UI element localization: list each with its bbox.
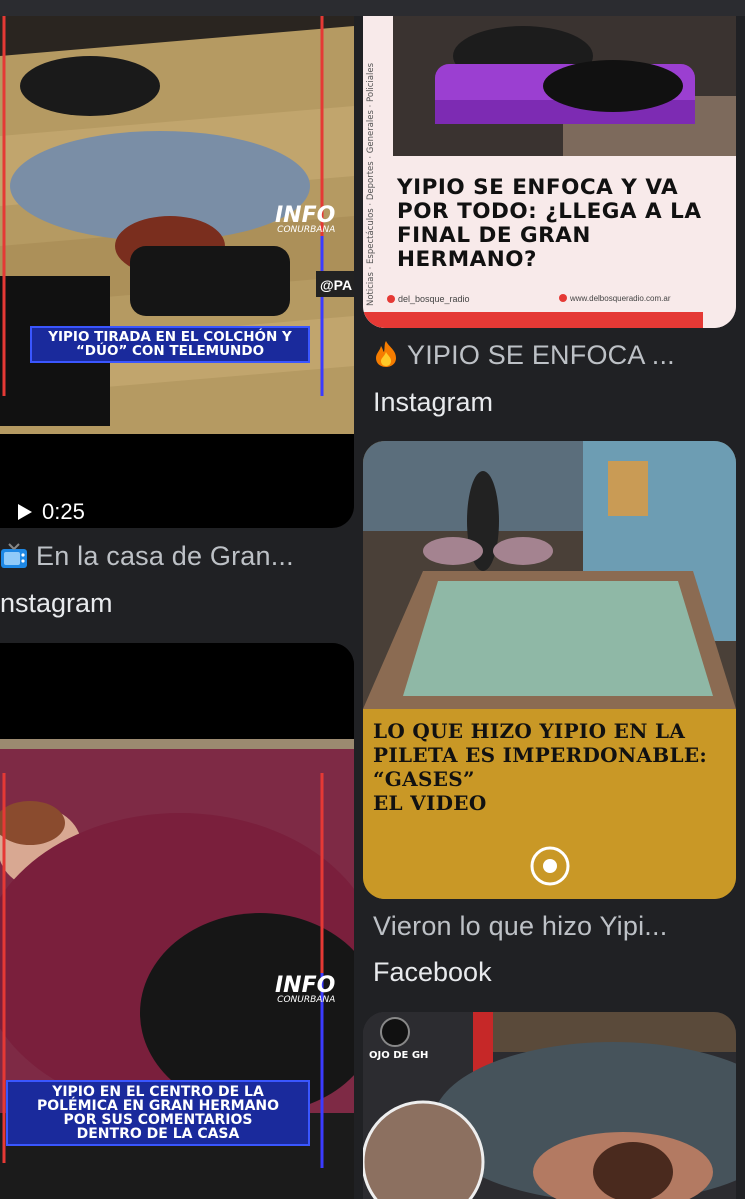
ojo-de-gh-logo: OJO DE GH <box>369 1050 429 1061</box>
result-card-image[interactable]: OJO DE GH <box>363 1012 736 1199</box>
top-status-strip <box>0 0 745 16</box>
logo-sub: CONURBANA <box>277 224 336 235</box>
thumbnail-image <box>363 441 736 899</box>
result-source: Facebook <box>373 957 492 987</box>
play-icon <box>18 504 32 520</box>
watermark-handle: @PA <box>320 277 353 293</box>
card-headline: LO QUE HIZO YIPIO EN LA PILETA ES IMPERD… <box>373 719 707 815</box>
result-title-link[interactable]: YIPIO SE ENFOCA ... <box>373 340 745 371</box>
caption-line: DENTRO DE LA CASA <box>76 1126 240 1142</box>
headline-line: EL VIDEO <box>373 791 487 815</box>
headline-line: PILETA ES IMPERDONABLE: <box>373 743 708 767</box>
info-conurbana-logo: INFO CONURBANA <box>275 975 336 1005</box>
result-title-text: En la casa de Gran... <box>36 541 294 571</box>
fire-icon <box>373 340 399 371</box>
instagram-icon <box>387 295 395 303</box>
image-caption: YIPIO EN EL CENTRO DE LA POLÉMICA EN GRA… <box>6 1080 310 1146</box>
result-title-link[interactable]: Vieron lo que hizo Yipi... <box>373 911 745 942</box>
result-card-image[interactable]: LO QUE HIZO YIPIO EN LA PILETA ES IMPERD… <box>363 441 736 899</box>
result-title-link[interactable]: En la casa de Gran... <box>0 541 354 572</box>
caption-line: YIPIO EN EL CENTRO DE LA <box>52 1084 264 1100</box>
video-duration: 0:25 <box>18 499 85 525</box>
footer-handle: del_bosque_radio <box>387 294 470 304</box>
headline-line: POR TODO: ¿LLEGA A LA <box>397 199 702 225</box>
result-card-image[interactable]: INFO CONURBANA YIPIO EN EL CENTRO DE LA … <box>0 643 354 1199</box>
duration-label: 0:25 <box>42 499 85 524</box>
result-title-text: YIPIO SE ENFOCA ... <box>407 340 675 370</box>
headline-line: HERMANO? <box>397 247 538 273</box>
result-source: nstagram <box>0 588 113 618</box>
headline-line: LO QUE HIZO YIPIO EN LA <box>373 719 686 743</box>
info-conurbana-logo: INFO CONURBANA <box>275 205 336 235</box>
tv-icon <box>0 541 28 572</box>
headline-line: “GASES” <box>373 767 475 791</box>
card-headline: YIPIO SE ENFOCA Y VA POR TODO: ¿LLEGA A … <box>397 175 702 273</box>
side-categories: Noticias · Espectáculos · Deportes · Gen… <box>366 62 376 306</box>
thumbnail-image <box>363 1012 736 1199</box>
result-card-video[interactable]: INFO CONURBANA @PA YIPIO TIRADA EN EL CO… <box>0 16 354 528</box>
logo-sub: CONURBANA <box>277 994 336 1005</box>
footer-url: www.delbosqueradio.com.ar <box>559 294 671 303</box>
result-card-image[interactable]: Noticias · Espectáculos · Deportes · Gen… <box>363 16 736 328</box>
caption-line: POR SUS COMENTARIOS <box>63 1112 253 1128</box>
video-caption: YIPIO TIRADA EN EL COLCHÓN Y “DÚO” CON T… <box>30 326 310 363</box>
headline-line: FINAL DE GRAN <box>397 223 591 249</box>
result-source: Instagram <box>373 387 494 417</box>
headline-line: YIPIO SE ENFOCA Y VA <box>397 175 679 200</box>
web-icon <box>559 294 567 302</box>
footer-url-text: www.delbosqueradio.com.ar <box>570 294 671 303</box>
caption-line: “DÚO” CON TELEMUNDO <box>75 342 265 359</box>
thumbnail-image <box>363 16 736 328</box>
footer-handle-text: del_bosque_radio <box>398 294 470 304</box>
caption-line: POLÉMICA EN GRAN HERMANO <box>36 1098 280 1114</box>
